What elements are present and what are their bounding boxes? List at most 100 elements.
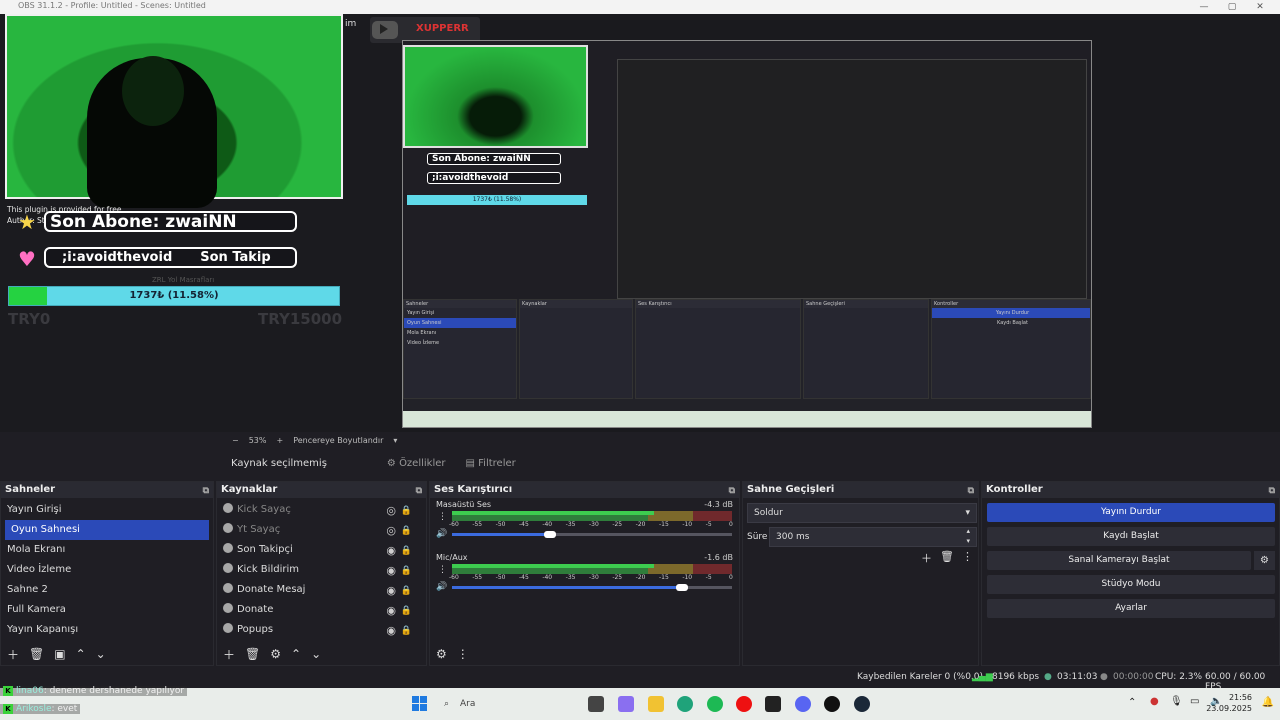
copilot-icon[interactable] — [618, 696, 634, 712]
last-follow-label: ;i:avoidthevoid Son Takip — [44, 247, 297, 268]
meter-scale-label: -35 — [565, 574, 576, 581]
source-item[interactable]: Yt Sayaç ◎ 🔒 — [217, 520, 426, 540]
scene-item[interactable]: Yayın Kapanışı — [1, 620, 213, 640]
move-up-button[interactable]: ⌃ — [291, 647, 301, 661]
lock-icon[interactable]: 🔒 — [401, 501, 412, 521]
tray-chevron-icon[interactable]: ⌃ — [1128, 697, 1136, 708]
source-item[interactable]: Son Takipçi ◉ 🔒 — [217, 540, 426, 560]
lock-icon[interactable]: 🔒 — [401, 521, 412, 541]
eye-hidden-icon[interactable]: ◎ — [386, 521, 396, 541]
volume-slider-knob[interactable] — [675, 584, 688, 591]
add-transition-button[interactable]: ＋ — [921, 550, 932, 566]
remove-source-button[interactable]: 🗑 — [245, 647, 260, 661]
spotify-icon[interactable] — [707, 696, 723, 712]
nested-controls-panel: Kontroller Yayını Durdur Kaydı Başlat — [931, 299, 1091, 399]
maximize-icon[interactable]: ▢ — [1220, 0, 1244, 14]
duration-input[interactable]: 300 ms ▴ ▾ — [769, 527, 977, 547]
mixer-menu-icon[interactable]: ⋮ — [438, 565, 447, 575]
resize-to-window[interactable]: Pencereye Boyutlandır — [293, 436, 383, 445]
minimize-icon[interactable]: — — [1192, 0, 1216, 14]
steam-icon[interactable] — [854, 696, 870, 712]
lock-icon[interactable]: 🔒 — [401, 561, 412, 581]
remove-scene-button[interactable]: 🗑 — [29, 647, 44, 661]
lock-icon[interactable]: 🔒 — [401, 601, 412, 621]
mixer-menu-button[interactable]: ⋮ — [457, 647, 469, 661]
settings-button[interactable]: Ayarlar — [987, 599, 1275, 618]
stop-stream-button[interactable]: Yayını Durdur — [987, 503, 1275, 522]
notification-icon[interactable]: 🔔 — [1262, 697, 1274, 708]
undock-icon[interactable]: ⧉ — [729, 483, 735, 499]
eye-icon[interactable]: ◉ — [386, 581, 396, 601]
source-item[interactable]: Kick Bildirim ◉ 🔒 — [217, 560, 426, 580]
source-item[interactable]: Kick Sayaç ◎ 🔒 — [217, 500, 426, 520]
zoom-in-button[interactable]: + — [276, 436, 283, 445]
studio-mode-button[interactable]: Stüdyo Modu — [987, 575, 1275, 594]
scene-item[interactable]: Mola Ekranı — [1, 540, 213, 560]
program-preview[interactable]: This plugin is provided for free. Author… — [0, 14, 1280, 432]
source-item[interactable]: Donate Mesaj ◉ 🔒 — [217, 580, 426, 600]
undock-icon[interactable]: ⧉ — [1269, 483, 1275, 499]
source-label: Donate — [237, 604, 274, 615]
source-properties-button[interactable]: ⚙ — [270, 647, 281, 661]
meter-scale-label: -20 — [635, 521, 646, 528]
scene-filters-button[interactable]: ▣ — [54, 647, 65, 661]
eye-icon[interactable]: ◉ — [386, 561, 396, 581]
virtual-cam-button[interactable]: Sanal Kamerayı Başlat — [987, 551, 1251, 570]
sources-title: Kaynaklar — [221, 484, 278, 495]
eye-icon[interactable]: ◉ — [386, 541, 396, 561]
move-down-button[interactable]: ⌄ — [311, 647, 321, 661]
move-up-button[interactable]: ⌃ — [76, 647, 86, 661]
obs-icon[interactable] — [824, 696, 840, 712]
lock-icon[interactable]: 🔒 — [401, 581, 412, 601]
eye-hidden-icon[interactable]: ◎ — [386, 501, 396, 521]
scene-item[interactable]: Video İzleme — [1, 560, 213, 580]
scene-item-selected[interactable]: Oyun Sahnesi — [5, 520, 209, 540]
transition-select[interactable]: Soldur ▾ — [747, 503, 977, 523]
taskbar-search[interactable]: ⌕ Ara — [438, 693, 578, 715]
mixer-menu-icon[interactable]: ⋮ — [438, 512, 447, 522]
source-item[interactable]: Donate ◉ 🔒 — [217, 600, 426, 620]
zoom-out-button[interactable]: − — [232, 436, 239, 445]
remove-transition-button[interactable]: 🗑 — [940, 550, 954, 566]
eye-icon[interactable]: ◉ — [386, 601, 396, 621]
edge-icon[interactable] — [677, 696, 693, 712]
advanced-audio-button[interactable]: ⚙ — [436, 647, 447, 661]
task-view-icon[interactable] — [588, 696, 604, 712]
lock-icon[interactable]: 🔒 — [401, 541, 412, 561]
speaker-icon[interactable]: 🔊 — [436, 529, 447, 539]
undock-icon[interactable]: ⧉ — [416, 483, 422, 499]
move-down-button[interactable]: ⌄ — [96, 647, 106, 661]
speaker-icon[interactable]: 🔊 — [436, 582, 447, 592]
add-scene-button[interactable]: ＋ — [7, 646, 19, 663]
eye-icon[interactable]: ◉ — [386, 621, 396, 641]
network-icon[interactable]: ▭ — [1190, 696, 1199, 707]
tray-app-icon[interactable]: ● — [1150, 696, 1159, 707]
system-clock[interactable]: 21:56 23.09.2025 — [1206, 692, 1252, 714]
transition-menu-button[interactable]: ⋮ — [962, 550, 973, 566]
file-explorer-icon[interactable] — [648, 696, 664, 712]
microphone-icon[interactable]: 🎙 — [1170, 696, 1183, 707]
windows-start-icon[interactable] — [412, 696, 428, 712]
start-record-button[interactable]: Kaydı Başlat — [987, 527, 1275, 546]
source-item[interactable]: Popups ◉ 🔒 — [217, 620, 426, 640]
spin-icon[interactable]: ▴ ▾ — [966, 526, 970, 546]
scene-item[interactable]: Sahne 2 — [1, 580, 213, 600]
chevron-down-icon[interactable]: ▾ — [393, 436, 397, 445]
discord-icon[interactable] — [795, 696, 811, 712]
lock-icon[interactable]: 🔒 — [401, 621, 412, 641]
scene-item[interactable]: Yayın Girişi — [1, 500, 213, 520]
nested-scene-item: Video İzleme — [407, 340, 440, 346]
sublime-icon[interactable] — [765, 696, 781, 712]
scene-item[interactable]: Full Kamera — [1, 600, 213, 620]
close-icon[interactable]: ✕ — [1248, 0, 1272, 14]
opera-icon[interactable] — [736, 696, 752, 712]
volume-slider-knob[interactable] — [544, 531, 556, 538]
controls-title: Kontroller — [986, 484, 1043, 495]
properties-button[interactable]: ⚙ Özellikler — [387, 458, 446, 469]
undock-icon[interactable]: ⧉ — [968, 483, 974, 499]
add-source-button[interactable]: ＋ — [223, 646, 235, 663]
virtual-cam-gear-icon[interactable]: ⚙ — [1254, 551, 1275, 570]
filters-button[interactable]: ▤ Filtreler — [466, 458, 516, 469]
undock-icon[interactable]: ⧉ — [203, 483, 209, 499]
properties-label: Özellikler — [399, 457, 446, 469]
